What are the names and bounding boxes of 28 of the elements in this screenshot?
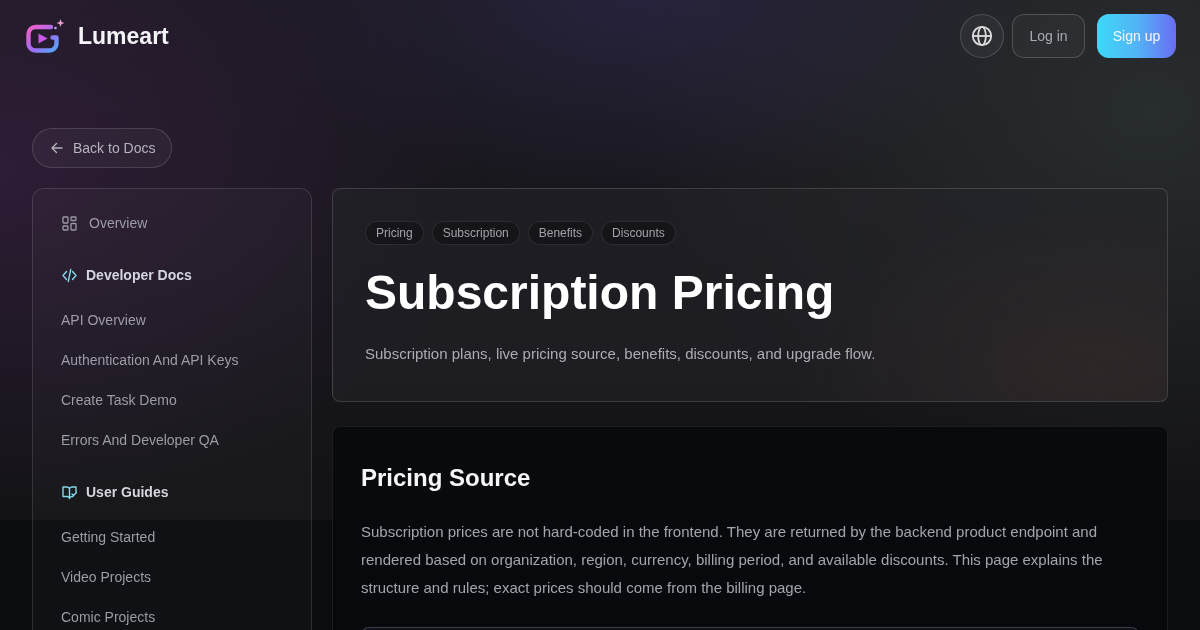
brand-name: Lumeart	[78, 22, 169, 50]
arrow-left-icon	[50, 141, 64, 155]
book-icon	[62, 484, 77, 500]
language-button[interactable]	[960, 14, 1004, 58]
sidebar-item[interactable]: Overview	[61, 213, 148, 233]
tag: Discounts	[601, 221, 676, 245]
sidebar-item[interactable]: Video Projects	[61, 567, 151, 587]
globe-icon	[971, 25, 993, 47]
paragraph: Subscription prices are not hard-coded in the frontend. They are returned by the backend product endpoint and rendered based on organization, region, currency, billing period, and available discounts. This page explains the structure and rules; exact prices should come from the billing page.	[361, 522, 1104, 598]
back-button[interactable]: Back to Docs	[32, 128, 173, 168]
logo-icon	[24, 18, 66, 54]
sidebar-item[interactable]: Authentication And API Keys	[61, 350, 239, 370]
grid-icon	[62, 215, 77, 231]
login-button[interactable]: Log in	[1012, 14, 1085, 58]
tag: Pricing	[365, 221, 424, 245]
sidebar-item[interactable]: Create Task Demo	[61, 390, 177, 410]
code-icon	[62, 267, 77, 283]
section-heading: User Guides	[86, 484, 169, 500]
page-description: Subscription plans, live pricing source, benefits, discounts, and upgrade flow.	[365, 344, 877, 364]
section-heading: Developer Docs	[86, 267, 192, 283]
tag: Subscription	[431, 221, 520, 245]
sidebar-item[interactable]: Comic Projects	[61, 607, 156, 627]
sidebar-item[interactable]: Getting Started	[61, 527, 156, 547]
page-title: Subscription Pricing	[365, 265, 836, 321]
tag: Benefits	[527, 221, 594, 245]
sidebar-item[interactable]: Errors And Developer QA	[61, 430, 219, 450]
sidebar-item[interactable]: API Overview	[61, 310, 146, 330]
section-heading: Pricing Source	[361, 463, 532, 493]
